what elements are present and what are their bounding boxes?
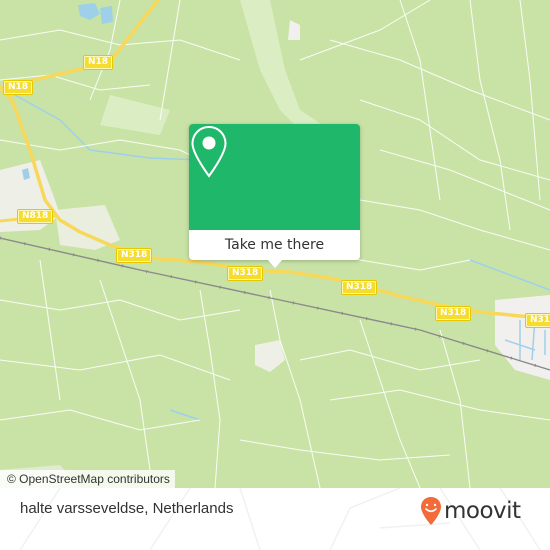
road-label-n318: N318 <box>342 281 377 294</box>
road-label-n18: N18 <box>4 81 33 94</box>
popup-pointer <box>267 259 283 268</box>
map-view[interactable]: N18 N18 N818 N318 N318 N318 N318 N318 Ta… <box>0 0 550 488</box>
map-pin-icon <box>191 125 227 178</box>
road-label-n318: N318 <box>436 307 471 320</box>
moovit-pin-icon <box>421 497 441 525</box>
take-me-there-button[interactable]: Take me there <box>189 230 360 260</box>
forest-area <box>240 0 330 140</box>
footer: halte varsseveldse, Netherlands moovit <box>0 488 550 550</box>
forest-area <box>100 95 170 135</box>
road-label-n318: N318 <box>526 314 550 327</box>
popup-header <box>189 124 360 230</box>
road-label-n318: N318 <box>228 267 263 280</box>
place-name: halte varsseveldse, Netherlands <box>20 500 234 517</box>
map-attribution[interactable]: © OpenStreetMap contributors <box>0 470 175 488</box>
moovit-wordmark: moovit <box>444 498 521 524</box>
road-label-n818: N818 <box>18 210 53 223</box>
road-label-n318: N318 <box>117 249 152 262</box>
road-label-n18: N18 <box>84 56 113 69</box>
moovit-logo[interactable]: moovit <box>420 496 521 526</box>
location-popup: Take me there <box>189 124 360 268</box>
